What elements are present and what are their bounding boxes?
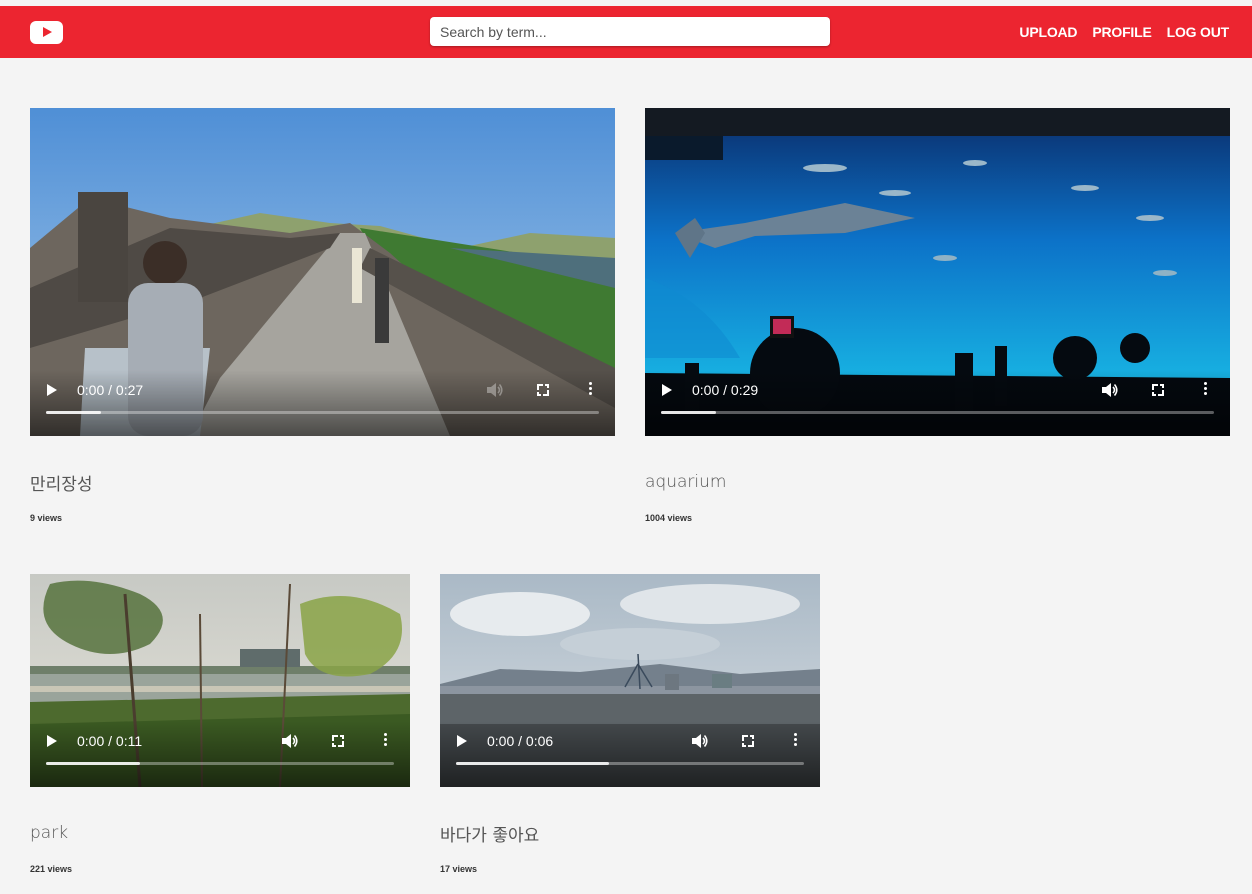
video-player[interactable]: 0:00 / 0:11 (30, 574, 410, 787)
time-display: 0:00 / 0:29 (692, 382, 759, 398)
fullscreen-icon[interactable] (1152, 384, 1164, 396)
progress-fill (456, 762, 610, 765)
logout-link[interactable]: LOG OUT (1167, 24, 1230, 40)
top-header: UPLOAD PROFILE LOG OUT (0, 6, 1252, 58)
fullscreen-icon[interactable] (537, 384, 549, 396)
progress-bar[interactable] (456, 762, 804, 765)
video-player[interactable]: 0:00 / 0:29 (645, 108, 1230, 436)
view-count: 17 views (440, 864, 478, 874)
progress-fill (46, 411, 102, 414)
time-display: 0:00 / 0:06 (487, 733, 554, 749)
volume-icon[interactable] (486, 382, 504, 398)
video-title[interactable]: park (30, 823, 68, 843)
progress-fill (661, 411, 717, 414)
more-options-icon[interactable] (384, 733, 388, 747)
volume-icon[interactable] (691, 733, 709, 749)
play-icon[interactable] (47, 384, 57, 396)
video-controls: 0:00 / 0:29 (645, 370, 1230, 436)
video-title[interactable]: aquarium (645, 472, 726, 492)
more-options-icon[interactable] (1204, 382, 1208, 396)
volume-icon[interactable] (281, 733, 299, 749)
play-icon[interactable] (662, 384, 672, 396)
logo[interactable] (30, 21, 63, 44)
view-count: 9 views (30, 513, 63, 523)
video-title[interactable]: 바다가 좋아요 (440, 821, 539, 846)
time-display: 0:00 / 0:27 (77, 382, 144, 398)
progress-fill (46, 762, 140, 765)
video-controls: 0:00 / 0:11 (30, 721, 410, 787)
video-player[interactable]: 0:00 / 0:06 (440, 574, 820, 787)
play-icon[interactable] (457, 735, 467, 747)
progress-bar[interactable] (46, 411, 599, 414)
view-count: 1004 views (645, 513, 693, 523)
video-player[interactable]: 0:00 / 0:27 (30, 108, 615, 436)
upload-link[interactable]: UPLOAD (1019, 24, 1077, 40)
more-options-icon[interactable] (794, 733, 798, 747)
play-icon[interactable] (47, 735, 57, 747)
fullscreen-icon[interactable] (742, 735, 754, 747)
more-options-icon[interactable] (589, 382, 593, 396)
fullscreen-icon[interactable] (332, 735, 344, 747)
view-count: 221 views (30, 864, 73, 874)
progress-bar[interactable] (661, 411, 1214, 414)
video-title[interactable]: 만리장성 (30, 470, 93, 495)
header-nav: UPLOAD PROFILE LOG OUT (1019, 6, 1229, 58)
video-controls: 0:00 / 0:27 (30, 370, 615, 436)
volume-icon[interactable] (1101, 382, 1119, 398)
video-controls: 0:00 / 0:06 (440, 721, 820, 787)
progress-bar[interactable] (46, 762, 394, 765)
play-logo-icon (43, 27, 52, 37)
search-input[interactable] (430, 17, 830, 46)
profile-link[interactable]: PROFILE (1092, 24, 1151, 40)
time-display: 0:00 / 0:11 (77, 733, 143, 749)
